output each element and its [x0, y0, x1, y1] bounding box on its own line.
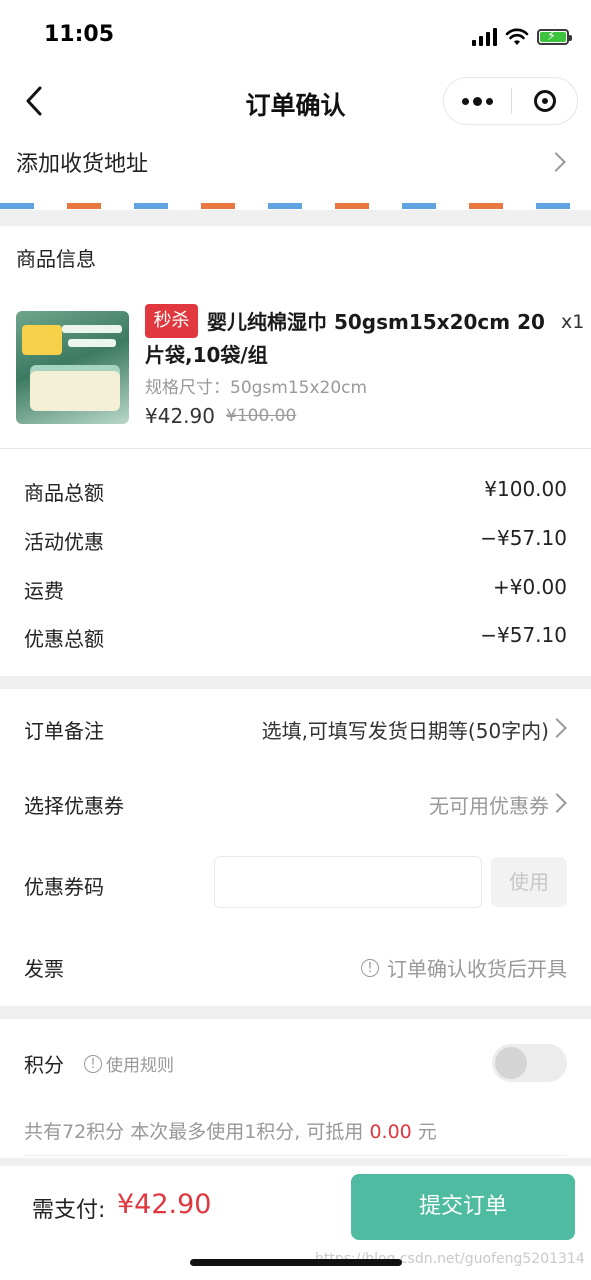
coupon-code-label: 优惠券码: [24, 875, 104, 899]
product-section-title: 商品信息: [16, 247, 96, 271]
home-indicator: [190, 1259, 402, 1266]
points-description: 共有72积分 本次最多使用1积分, 可抵用 0.00 元: [24, 1117, 437, 1144]
info-icon: !: [361, 958, 379, 977]
close-capsule-icon[interactable]: [512, 90, 577, 112]
promotion-label: 活动优惠: [24, 530, 104, 554]
points-unit: 元: [417, 1121, 437, 1143]
status-icons: ⚡: [472, 26, 572, 48]
divider-line: [24, 1155, 567, 1156]
points-rules-link[interactable]: ! 使用规则: [84, 1051, 174, 1076]
subtotal-value: ¥100.00: [484, 477, 567, 501]
product-name: 婴儿纯棉湿巾 50gsm15x20cm 20片袋,10袋/组: [145, 310, 545, 367]
product-original-price: ¥100.00: [226, 406, 297, 426]
chevron-right-icon: [547, 718, 567, 738]
chevron-right-icon: [547, 793, 567, 813]
invoice-value: 订单确认收货后开具: [387, 957, 567, 981]
coupon-select[interactable]: 无可用优惠券: [429, 790, 549, 819]
product-image: [16, 311, 129, 424]
promotion-value: −¥57.10: [480, 526, 567, 550]
coupon-label: 选择优惠券: [24, 794, 124, 818]
product-quantity: x1: [561, 311, 585, 333]
use-coupon-button[interactable]: 使用: [491, 857, 567, 907]
mini-program-capsule: [443, 77, 578, 125]
points-label: 积分: [24, 1053, 64, 1077]
wifi-icon: [505, 28, 529, 45]
flash-sale-badge: 秒杀: [145, 304, 198, 338]
product-spec: 规格尺寸：50gsm15x20cm: [145, 378, 368, 398]
product-price: ¥42.90: [145, 404, 215, 428]
section-divider: [0, 676, 591, 689]
coupon-code-input[interactable]: [214, 856, 482, 908]
section-divider: [0, 1158, 591, 1166]
status-time: 11:05: [44, 22, 115, 47]
submit-order-button[interactable]: 提交订单: [351, 1174, 575, 1240]
total-discount-value: −¥57.10: [480, 623, 567, 647]
pay-label: 需支付:: [32, 1198, 106, 1223]
total-discount-label: 优惠总额: [24, 627, 104, 651]
section-divider: [0, 210, 591, 226]
section-divider: [0, 1006, 591, 1019]
order-remark-input[interactable]: 选填,可填写发货日期等(50字内): [262, 715, 549, 744]
invoice-label: 发票: [24, 957, 64, 981]
divider-line: [0, 448, 591, 449]
signal-icon: [472, 28, 497, 46]
order-remark-label: 订单备注: [24, 719, 104, 743]
points-rules-label: 使用规则: [106, 1056, 174, 1076]
points-deduct-amount: 0.00: [369, 1121, 412, 1143]
more-icon[interactable]: [444, 78, 511, 124]
info-icon: !: [84, 1054, 102, 1073]
add-address-label: 添加收货地址: [16, 152, 149, 177]
pay-amount: ¥42.90: [117, 1189, 212, 1220]
address-envelope-stripe: [0, 203, 591, 209]
shipping-label: 运费: [24, 579, 64, 603]
battery-icon: ⚡: [537, 29, 572, 45]
points-toggle[interactable]: [492, 1044, 567, 1082]
subtotal-label: 商品总额: [24, 481, 104, 505]
points-desc-text: 共有72积分 本次最多使用1积分, 可抵用: [24, 1121, 364, 1143]
shipping-value: +¥0.00: [492, 575, 567, 599]
invoice-info: ! 订单确认收货后开具: [361, 953, 567, 982]
